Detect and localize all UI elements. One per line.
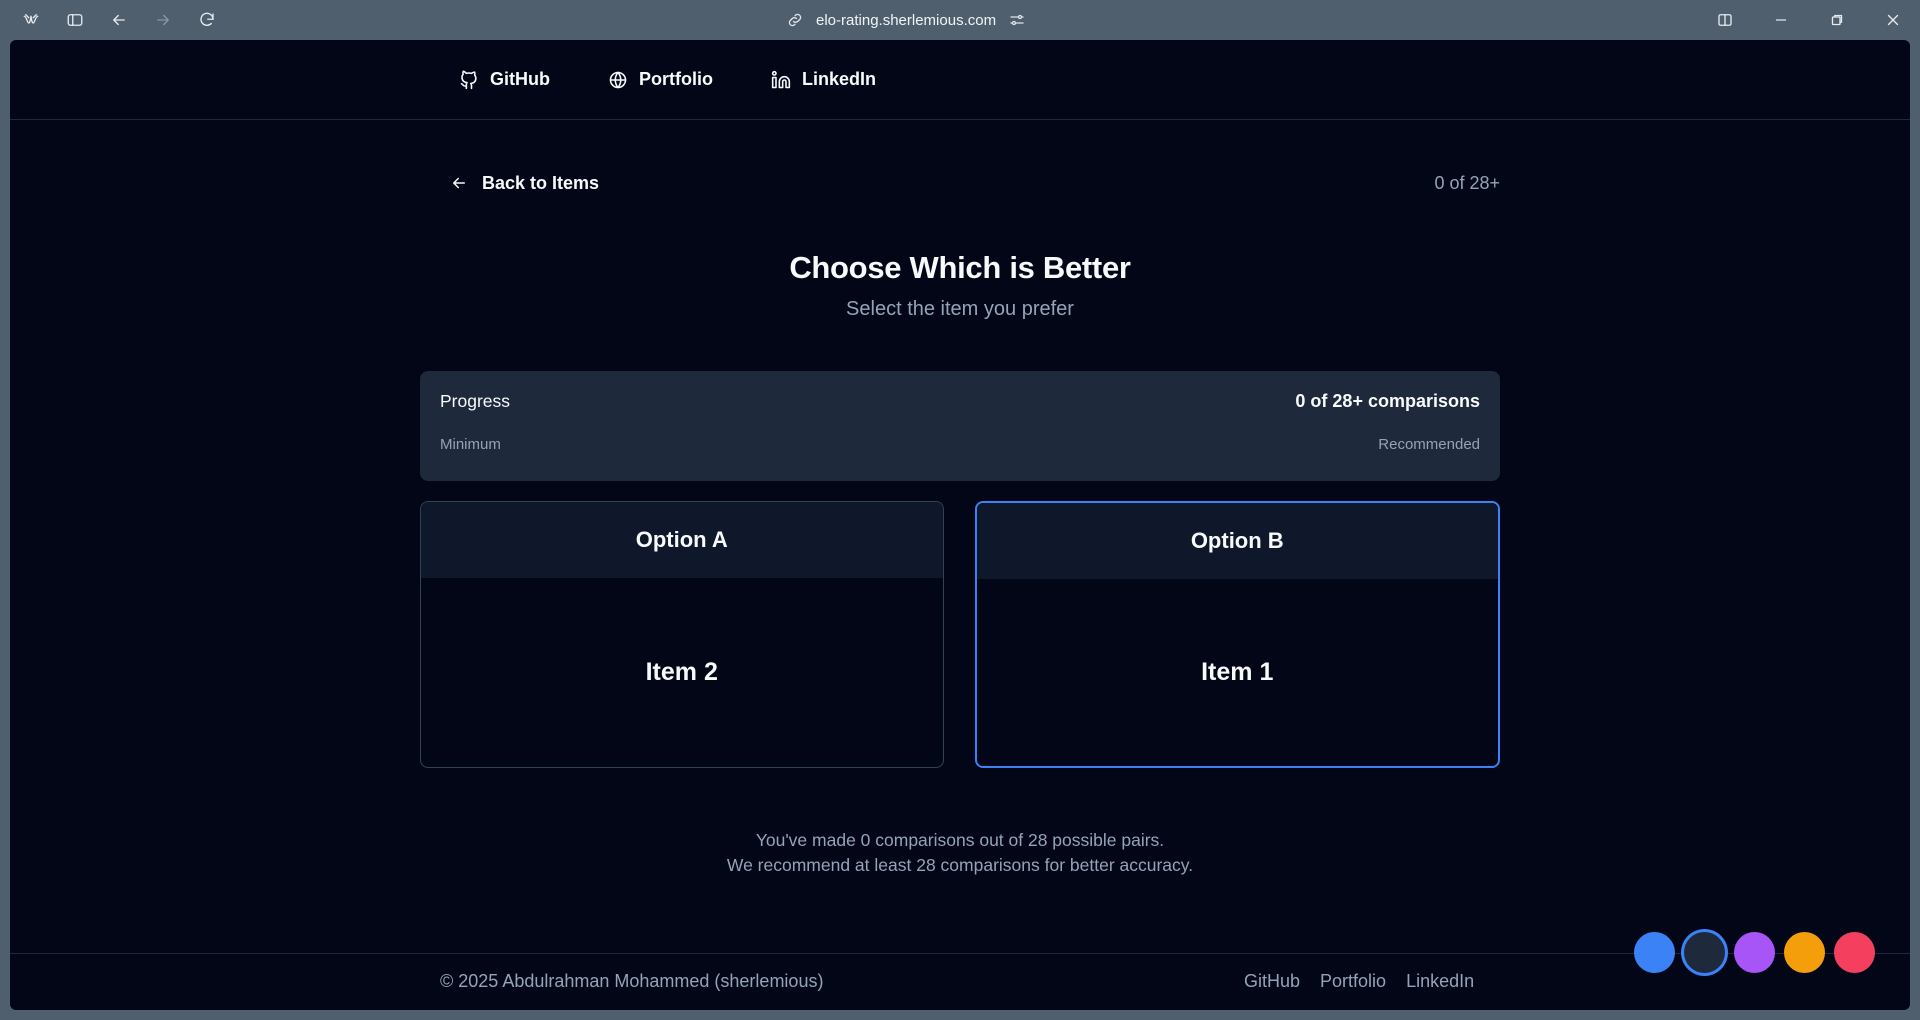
- footer-copyright: © 2025 Abdulrahman Mohammed (sherlemious…: [440, 971, 824, 991]
- page-title: Choose Which is Better: [789, 250, 1131, 285]
- sidebar-toggle-icon[interactable]: [62, 8, 88, 32]
- arrow-left-icon: [453, 177, 465, 189]
- nav-github-link[interactable]: GitHub: [459, 69, 550, 90]
- link-icon: [788, 13, 802, 27]
- comparison-counter: 0 of 28+: [1434, 172, 1500, 193]
- linkedin-icon: [771, 70, 791, 88]
- option-a-header: Option A: [421, 502, 943, 578]
- theme-swatch-amber[interactable]: [1784, 932, 1825, 973]
- reload-icon[interactable]: [194, 8, 220, 32]
- option-b-card[interactable]: Option B Item 1: [974, 501, 1500, 768]
- footer: © 2025 Abdulrahman Mohammed (sherlemious…: [10, 953, 1910, 1010]
- options-row: Option A Item 2 Option B Item 1: [420, 501, 1500, 768]
- page-header-row: Back to Items 0 of 28+: [420, 168, 1500, 198]
- footer-github-link[interactable]: GitHub: [1244, 971, 1300, 992]
- footer-linkedin-link[interactable]: LinkedIn: [1406, 971, 1474, 992]
- top-nav: GitHub Portfolio LinkedIn: [10, 40, 1910, 120]
- option-b-header: Option B: [976, 503, 1498, 579]
- browser-toolbar: elo-rating.sherlemious.com: [0, 0, 1920, 40]
- option-b-item: Item 1: [1201, 658, 1274, 686]
- footer-portfolio-link[interactable]: Portfolio: [1320, 971, 1386, 992]
- forward-arrow-icon[interactable]: [150, 8, 176, 32]
- split-view-icon[interactable]: [1712, 8, 1738, 32]
- globe-icon: [609, 71, 627, 88]
- option-a-item: Item 2: [645, 658, 718, 686]
- close-icon[interactable]: [1880, 8, 1906, 32]
- progress-card: Progress 0 of 28+ comparisons Minimum Re…: [420, 371, 1500, 481]
- theme-swatch-slate[interactable]: [1684, 932, 1725, 973]
- restore-icon[interactable]: [1824, 8, 1850, 32]
- nav-linkedin-link[interactable]: LinkedIn: [771, 69, 876, 90]
- theme-swatch-rose[interactable]: [1834, 932, 1875, 973]
- theme-swatches: [1634, 932, 1875, 973]
- minimize-icon[interactable]: [1768, 8, 1794, 32]
- app-logo-icon[interactable]: [18, 8, 44, 32]
- address-bar[interactable]: elo-rating.sherlemious.com: [786, 8, 1026, 32]
- nav-github-label: GitHub: [490, 69, 550, 89]
- page-viewport: GitHub Portfolio LinkedIn Back to Items …: [10, 40, 1910, 1010]
- back-label: Back to Items: [482, 172, 600, 193]
- heading-block: Choose Which is Better Select the item y…: [420, 250, 1500, 321]
- back-arrow-icon[interactable]: [106, 8, 132, 32]
- page-subtitle: Select the item you prefer: [846, 298, 1074, 320]
- option-a-card[interactable]: Option A Item 2: [420, 501, 944, 768]
- progress-label: Progress: [440, 391, 511, 411]
- github-icon: [460, 70, 477, 89]
- progress-minimum-label: Minimum: [440, 436, 501, 453]
- theme-swatch-blue[interactable]: [1634, 932, 1675, 973]
- note-line-2: We recommend at least 28 comparisons for…: [726, 855, 1194, 875]
- back-to-items-button[interactable]: Back to Items: [450, 173, 599, 194]
- progress-recommended-label: Recommended: [1378, 436, 1480, 453]
- comparison-note: You've made 0 comparisons out of 28 poss…: [420, 828, 1500, 878]
- url-text: elo-rating.sherlemious.com: [816, 11, 997, 29]
- nav-portfolio-label: Portfolio: [639, 69, 713, 89]
- nav-portfolio-link[interactable]: Portfolio: [608, 69, 713, 90]
- note-line-1: You've made 0 comparisons out of 28 poss…: [755, 830, 1165, 850]
- theme-swatch-purple[interactable]: [1734, 932, 1775, 973]
- progress-value: 0 of 28+ comparisons: [1295, 391, 1480, 411]
- site-settings-icon[interactable]: [1008, 11, 1026, 29]
- nav-linkedin-label: LinkedIn: [802, 69, 877, 89]
